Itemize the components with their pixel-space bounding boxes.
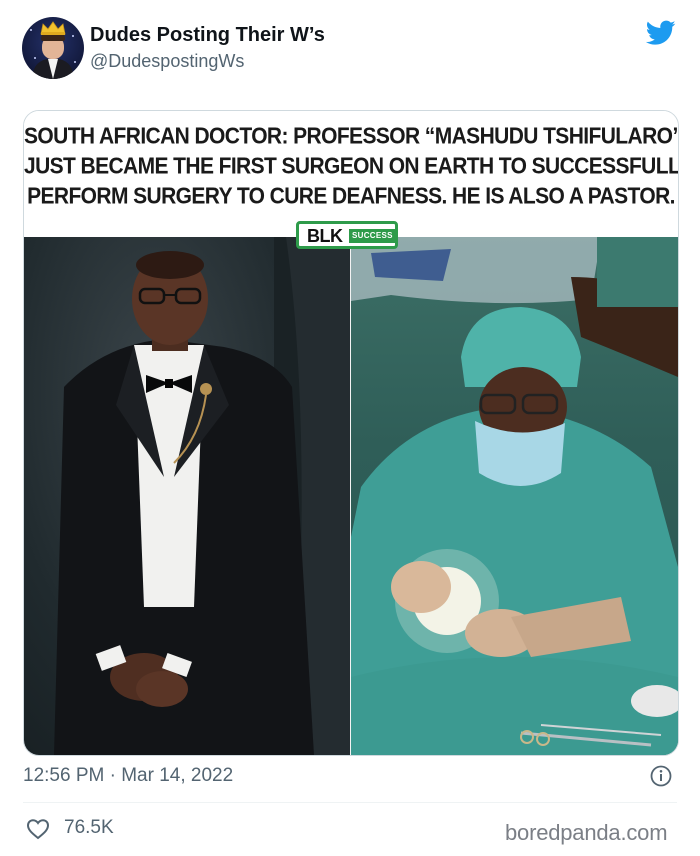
media-photos: BLK SUCCESS	[24, 221, 678, 755]
media-headline: SOUTH AFRICAN DOCTOR: PROFESSOR “MASHUDU…	[24, 111, 678, 237]
headline-line: SOUTH AFRICAN DOCTOR: PROFESSOR “MASHUDU…	[24, 123, 679, 150]
badge-primary-text: BLK	[307, 226, 343, 246]
surgeon-illustration	[351, 237, 678, 755]
tweet-media[interactable]: SOUTH AFRICAN DOCTOR: PROFESSOR “MASHUDU…	[23, 110, 679, 756]
photo-surgeon-operating	[351, 237, 678, 755]
twitter-bird-icon[interactable]	[646, 20, 676, 46]
tweet-card: Dudes Posting Their W’s @DudespostingWs …	[0, 0, 700, 856]
headline-line: JUST BECAME THE FIRST SURGEON ON EARTH T…	[24, 153, 679, 180]
tuxedo-portrait-illustration	[54, 237, 350, 755]
author-display-name[interactable]: Dudes Posting Their W’s	[90, 24, 325, 47]
tweet-timestamp[interactable]: 12:56 PM · Mar 14, 2022	[23, 765, 233, 787]
avatar-star	[30, 29, 32, 31]
author-avatar[interactable]	[22, 17, 84, 79]
heart-icon[interactable]	[26, 818, 50, 840]
avatar-star	[74, 61, 76, 63]
avatar-star	[34, 57, 36, 59]
photo-tuxedo-portrait	[24, 237, 350, 755]
crown-icon	[40, 21, 66, 35]
like-count[interactable]: 76.5K	[64, 817, 114, 839]
footer-divider	[23, 802, 677, 803]
avatar-star	[72, 35, 74, 37]
badge-secondary-text: SUCCESS	[349, 229, 396, 243]
boredpanda-watermark: boredpanda.com	[505, 820, 668, 845]
blk-success-badge: BLK SUCCESS	[296, 221, 398, 249]
author-handle[interactable]: @DudespostingWs	[90, 51, 244, 72]
info-icon[interactable]	[650, 765, 672, 787]
headline-line: PERFORM SURGERY TO CURE DEAFNESS. HE IS …	[27, 183, 675, 210]
